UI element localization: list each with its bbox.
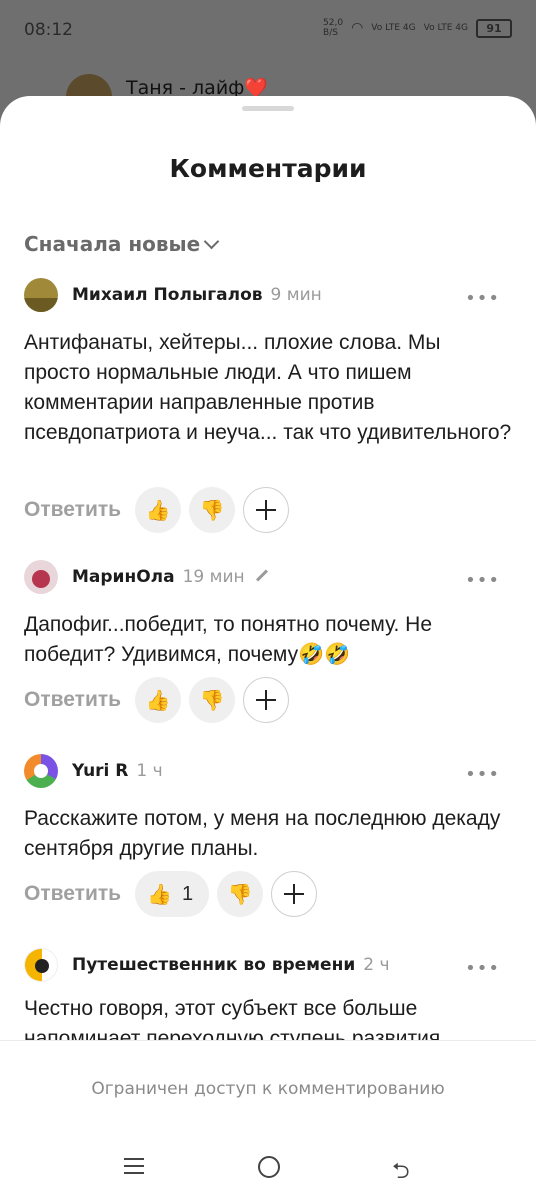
battery-icon: 91: [476, 18, 512, 38]
wifi-icon: ◠: [351, 20, 364, 36]
status-bar: 08:12 52,0 B/S ◠ Vo LTE 4G Vo LTE 4G 91: [0, 0, 536, 60]
net-speed: 52,0 B/S: [323, 18, 344, 38]
recent-apps-icon[interactable]: [124, 1158, 144, 1174]
comment-text: Честно говоря, этот субъект все больше н…: [24, 997, 441, 1046]
like-button[interactable]: 👍 1: [135, 871, 210, 917]
avatar[interactable]: [24, 948, 58, 982]
sheet-title: Комментарии: [169, 154, 367, 183]
like-count: 1: [181, 882, 194, 905]
back-icon[interactable]: ⮌: [392, 1154, 410, 1192]
thumbs-down-icon: 👎: [227, 882, 253, 906]
dislike-button[interactable]: 👎: [217, 871, 264, 917]
comment-time: 1 ч: [136, 761, 163, 781]
reply-button[interactable]: Ответить: [24, 498, 121, 522]
dislike-button[interactable]: 👎: [189, 487, 236, 533]
sim2-signal: Vo LTE 4G: [423, 23, 468, 33]
comment-actions: Ответить 👍 👎: [24, 676, 290, 724]
status-time: 08:12: [24, 20, 73, 40]
avatar[interactable]: [24, 754, 58, 788]
thumbs-up-icon: 👍: [145, 498, 171, 522]
comment-author[interactable]: Yuri R1 ч: [72, 761, 163, 781]
comment-item: Yuri R1 ч ••• Расскажите потом, у меня н…: [24, 752, 512, 922]
add-reaction-button[interactable]: [243, 487, 290, 533]
comment-time: 19 мин: [182, 567, 245, 587]
more-options-icon[interactable]: •••: [465, 764, 500, 785]
comment-actions: Ответить 👍 1 👎: [24, 870, 318, 918]
comment-item: МаринОла 19 мин ••• Дапофиг...победит, то…: [24, 558, 512, 728]
thumbs-down-icon: 👎: [199, 498, 225, 522]
restricted-notice: Ограничен доступ к комментированию: [91, 1079, 445, 1099]
comment-item: Путешественник во времени 2 ч ••• Честно …: [24, 946, 512, 1046]
comment-actions: Ответить 👍 👎: [24, 486, 290, 534]
sort-dropdown[interactable]: Сначала новые: [24, 232, 220, 256]
drag-handle[interactable]: [242, 106, 294, 111]
avatar[interactable]: [24, 278, 58, 312]
reply-button[interactable]: Ответить: [24, 882, 121, 906]
comment-header: Yuri R1 ч •••: [24, 752, 512, 790]
comment-text: Дапофиг...победит, то понятно почему. Не…: [24, 613, 433, 666]
reply-button[interactable]: Ответить: [24, 688, 121, 712]
thumbs-up-icon: 👍: [145, 688, 171, 712]
more-options-icon[interactable]: •••: [465, 570, 500, 591]
comment-text: Антифанаты, хейтеры... плохие слова. Мы …: [24, 331, 512, 444]
add-reaction-button[interactable]: [243, 677, 290, 723]
comment-header: Путешественник во времени 2 ч •••: [24, 946, 512, 984]
comment-time: 9 мин: [270, 285, 322, 305]
comment-header: Михаил Полыгалов 9 мин •••: [24, 276, 512, 314]
thumbs-up-icon: 👍: [147, 882, 172, 906]
status-icons: 52,0 B/S ◠ Vo LTE 4G Vo LTE 4G 91: [323, 18, 512, 38]
add-reaction-button[interactable]: [271, 871, 318, 917]
chevron-down-icon: [203, 233, 220, 249]
sim1-signal: Vo LTE 4G: [371, 23, 416, 33]
more-options-icon[interactable]: •••: [465, 288, 500, 309]
dislike-button[interactable]: 👎: [189, 677, 236, 723]
home-icon[interactable]: [258, 1156, 280, 1178]
comment-author[interactable]: Путешественник во времени 2 ч: [72, 955, 390, 975]
comment-header: МаринОла 19 мин •••: [24, 558, 512, 596]
comment-author[interactable]: Михаил Полыгалов 9 мин: [72, 285, 322, 305]
comments-sheet: Комментарии Сначала новые Михаил Полыгал…: [0, 96, 536, 1200]
like-button[interactable]: 👍: [135, 677, 182, 723]
like-button[interactable]: 👍: [135, 487, 182, 533]
edited-pencil-icon: [255, 568, 268, 582]
avatar[interactable]: [24, 560, 58, 594]
comment-item: Михаил Полыгалов 9 мин ••• Антифанаты, хе…: [24, 276, 512, 533]
comment-author[interactable]: МаринОла 19 мин: [72, 567, 269, 587]
system-nav-bar: ⮌: [0, 1140, 536, 1200]
comment-time: 2 ч: [363, 955, 390, 975]
comment-restriction-bar: Ограничен доступ к комментированию: [0, 1040, 536, 1141]
thumbs-down-icon: 👎: [199, 688, 225, 712]
more-options-icon[interactable]: •••: [465, 958, 500, 979]
sort-label: Сначала новые: [24, 232, 201, 256]
comment-text: Расскажите потом, у меня на последнюю де…: [24, 807, 501, 860]
